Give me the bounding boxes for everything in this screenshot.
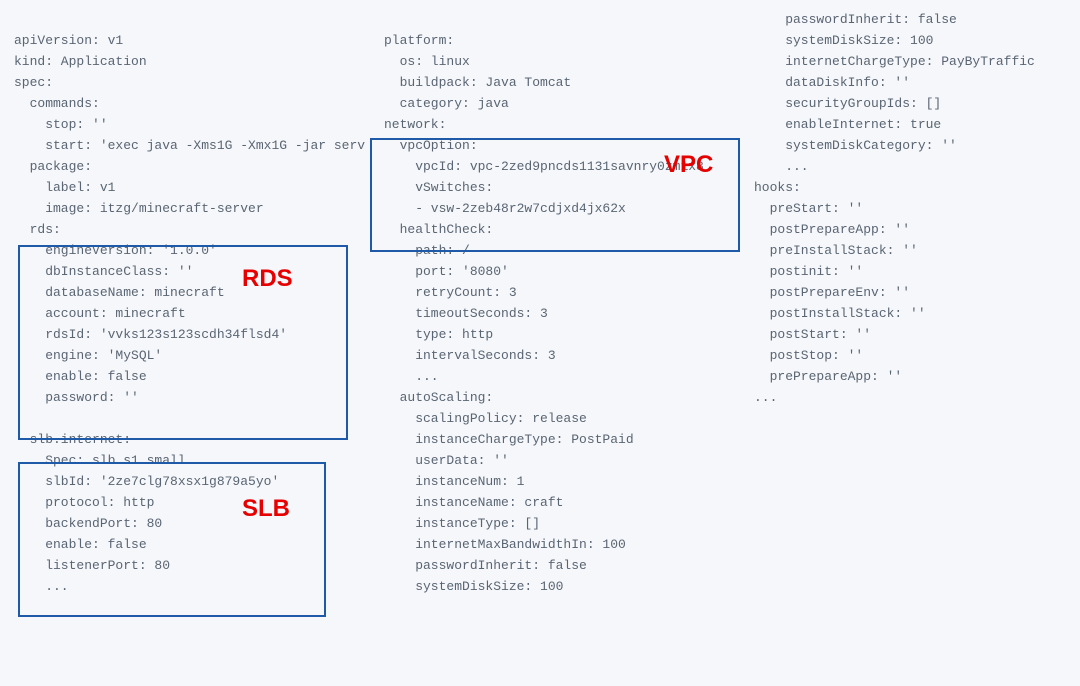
code-line: commands: <box>14 94 356 115</box>
code-line: vpcOption: <box>384 136 726 157</box>
code-line: label: v1 <box>14 178 356 199</box>
code-line: retryCount: 3 <box>384 283 726 304</box>
yaml-col-3: passwordInherit: false systemDiskSize: 1… <box>740 10 1080 686</box>
code-line: systemDiskSize: 100 <box>384 577 726 598</box>
code-line: postStop: '' <box>754 346 1066 367</box>
code-line: postPrepareEnv: '' <box>754 283 1066 304</box>
code-line <box>14 409 356 430</box>
code-line: instanceType: [] <box>384 514 726 535</box>
code-line: password: '' <box>14 388 356 409</box>
code-line: port: '8080' <box>384 262 726 283</box>
code-line: spec: <box>14 73 356 94</box>
code-line: network: <box>384 115 726 136</box>
code-line: ... <box>754 157 1066 178</box>
code-line: vpcId: vpc-2zed9pncds1131savnry0zm1x8 <box>384 157 726 178</box>
code-line: buildpack: Java Tomcat <box>384 73 726 94</box>
code-line: protocol: http <box>14 493 356 514</box>
code-line: scalingPolicy: release <box>384 409 726 430</box>
code-line <box>384 10 726 31</box>
code-line: listenerPort: 80 <box>14 556 356 577</box>
code-line: start: 'exec java -Xms1G -Xmx1G -jar ser… <box>14 136 356 157</box>
code-line: instanceName: craft <box>384 493 726 514</box>
code-line: healthCheck: <box>384 220 726 241</box>
code-line: hooks: <box>754 178 1066 199</box>
code-line: vSwitches: <box>384 178 726 199</box>
code-line: passwordInherit: false <box>384 556 726 577</box>
code-line: intervalSeconds: 3 <box>384 346 726 367</box>
code-line: passwordInherit: false <box>754 10 1066 31</box>
code-line: databaseName: minecraft <box>14 283 356 304</box>
code-line: ... <box>384 367 726 388</box>
code-line: systemDiskCategory: '' <box>754 136 1066 157</box>
code-line: securityGroupIds: [] <box>754 94 1066 115</box>
code-line: instanceChargeType: PostPaid <box>384 430 726 451</box>
code-line: internetChargeType: PayByTraffic <box>754 52 1066 73</box>
code-line: enable: false <box>14 535 356 556</box>
code-line: - vsw-2zeb48r2w7cdjxd4jx62x <box>384 199 726 220</box>
code-line: userData: '' <box>384 451 726 472</box>
code-line: preStart: '' <box>754 199 1066 220</box>
code-line: path: / <box>384 241 726 262</box>
yaml-pre-2: platform: os: linux buildpack: Java Tomc… <box>384 10 726 598</box>
code-line <box>14 10 356 31</box>
yaml-col-2: platform: os: linux buildpack: Java Tomc… <box>370 10 740 686</box>
code-line: timeoutSeconds: 3 <box>384 304 726 325</box>
code-line: category: java <box>384 94 726 115</box>
code-line: backendPort: 80 <box>14 514 356 535</box>
code-line: os: linux <box>384 52 726 73</box>
code-line: image: itzg/minecraft-server <box>14 199 356 220</box>
code-line: dataDiskInfo: '' <box>754 73 1066 94</box>
code-line: postinit: '' <box>754 262 1066 283</box>
code-line: package: <box>14 157 356 178</box>
yaml-col-1: apiVersion: v1kind: Applicationspec: com… <box>0 10 370 686</box>
code-line: postPrepareApp: '' <box>754 220 1066 241</box>
code-line: rdsId: 'vvks123s123scdh34flsd4' <box>14 325 356 346</box>
code-line: internetMaxBandwidthIn: 100 <box>384 535 726 556</box>
code-line: slb.internet: <box>14 430 356 451</box>
code-line: postInstallStack: '' <box>754 304 1066 325</box>
code-line: enable: false <box>14 367 356 388</box>
code-line: rds: <box>14 220 356 241</box>
code-line: preInstallStack: '' <box>754 241 1066 262</box>
code-line: Spec: slb.s1.small <box>14 451 356 472</box>
code-line: enableInternet: true <box>754 115 1066 136</box>
code-line: autoScaling: <box>384 388 726 409</box>
code-line: slbId: '2ze7clg78xsx1g879a5yo' <box>14 472 356 493</box>
code-line: postStart: '' <box>754 325 1066 346</box>
code-line: engine: 'MySQL' <box>14 346 356 367</box>
yaml-pre-3: passwordInherit: false systemDiskSize: 1… <box>754 10 1066 409</box>
code-line: ... <box>754 388 1066 409</box>
code-line: kind: Application <box>14 52 356 73</box>
code-line: prePrepareApp: '' <box>754 367 1066 388</box>
code-line: dbInstanceClass: '' <box>14 262 356 283</box>
yaml-columns: apiVersion: v1kind: Applicationspec: com… <box>0 0 1080 686</box>
code-line: apiVersion: v1 <box>14 31 356 52</box>
yaml-pre-1: apiVersion: v1kind: Applicationspec: com… <box>14 10 356 598</box>
code-line: stop: '' <box>14 115 356 136</box>
code-line: ... <box>14 577 356 598</box>
code-line: engineVersion: '1.0.0' <box>14 241 356 262</box>
code-line: account: minecraft <box>14 304 356 325</box>
code-line: platform: <box>384 31 726 52</box>
code-line: systemDiskSize: 100 <box>754 31 1066 52</box>
code-line: instanceNum: 1 <box>384 472 726 493</box>
code-line: type: http <box>384 325 726 346</box>
